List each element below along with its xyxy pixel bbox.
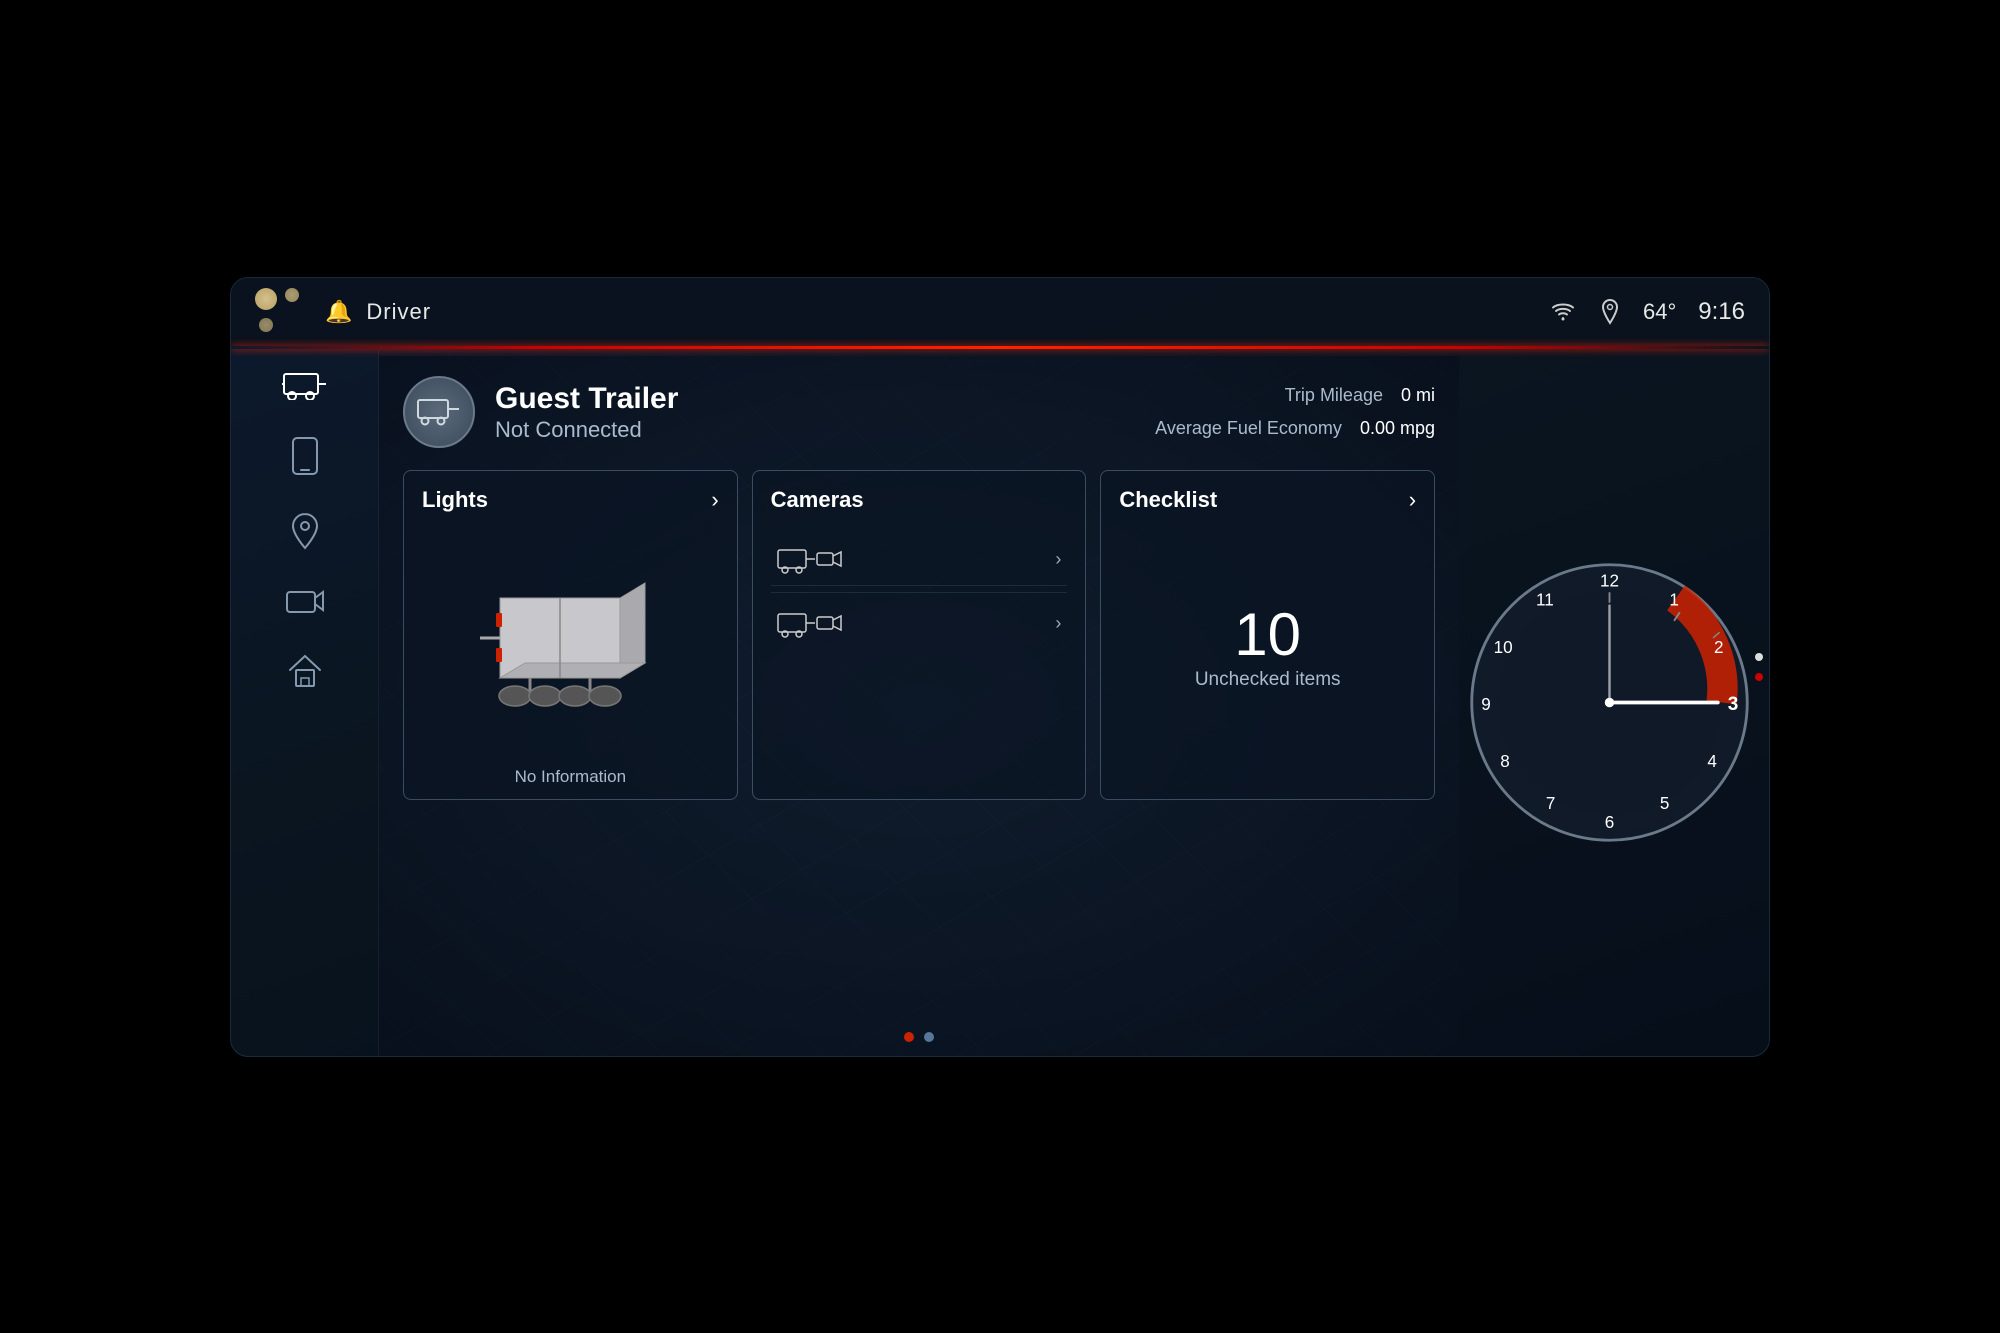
svg-text:3: 3: [1727, 694, 1738, 715]
svg-text:12: 12: [1599, 572, 1618, 591]
clock-svg: 12 1 2 3 4 5 6 7 8 9 10 11: [1467, 560, 1752, 845]
driver-label: Driver: [366, 299, 431, 325]
pagination-dot-1[interactable]: [904, 1032, 914, 1042]
trip-mileage-value: 0 mi: [1401, 379, 1435, 411]
bell-icon: 🔔: [325, 299, 352, 325]
checklist-card-body: 10 Unchecked items: [1119, 525, 1416, 771]
checklist-card[interactable]: Checklist › 10 Unchecked items: [1100, 470, 1435, 800]
cameras-card-header: Cameras: [771, 487, 1068, 513]
rear-camera-icon: [777, 609, 847, 639]
accent-line: [231, 346, 1769, 349]
header-left: 🔔 Driver: [255, 288, 431, 336]
clock: 12 1 2 3 4 5 6 7 8 9 10 11: [1467, 560, 1752, 845]
lights-card-footer: No Information: [404, 767, 737, 787]
lights-card-title: Lights: [422, 487, 488, 513]
trip-stats: Trip Mileage 0 mi Average Fuel Economy 0…: [1155, 379, 1435, 444]
sidebar: [231, 350, 379, 1056]
fuel-economy-label: Average Fuel Economy: [1155, 412, 1342, 444]
lights-card[interactable]: Lights ›: [403, 470, 738, 800]
svg-text:9: 9: [1481, 695, 1491, 714]
sidebar-item-camera[interactable]: [285, 586, 325, 624]
svg-text:6: 6: [1604, 813, 1614, 832]
svg-text:1: 1: [1669, 591, 1679, 610]
camera-row-1[interactable]: ›: [771, 535, 1068, 586]
edge-dots: [1755, 653, 1763, 681]
temperature-label: 64°: [1643, 299, 1676, 325]
logo-dot-2: [285, 288, 299, 302]
trailer-title-block: Guest Trailer Not Connected: [495, 381, 1135, 443]
sidebar-item-location[interactable]: [289, 512, 321, 558]
svg-text:5: 5: [1659, 794, 1669, 813]
time-label: 9:16: [1698, 298, 1745, 326]
trailer-status: Not Connected: [495, 417, 1135, 443]
header: 🔔 Driver 64° 9:16: [231, 278, 1769, 346]
lights-card-arrow: ›: [711, 487, 718, 513]
main-screen: 🔔 Driver 64° 9:16: [230, 277, 1770, 1057]
trailer-circle-icon: [417, 390, 461, 434]
checklist-card-title: Checklist: [1119, 487, 1217, 513]
trailer-3d-icon: [470, 578, 670, 718]
camera-row-2[interactable]: ›: [771, 599, 1068, 649]
trailer-info-row: Guest Trailer Not Connected Trip Mileage…: [403, 376, 1435, 448]
fuel-economy-value: 0.00 mpg: [1360, 412, 1435, 444]
cameras-card-body: › ›: [771, 525, 1068, 771]
edge-dot-white: [1755, 653, 1763, 661]
sidebar-item-home[interactable]: [286, 652, 324, 696]
lights-card-header: Lights ›: [422, 487, 719, 513]
svg-text:4: 4: [1707, 752, 1717, 771]
front-camera-icon: [777, 545, 847, 575]
cameras-card-title: Cameras: [771, 487, 864, 513]
pagination-dot-2[interactable]: [924, 1032, 934, 1042]
svg-text:7: 7: [1545, 794, 1555, 813]
location-icon: [1599, 299, 1621, 325]
fuel-economy-row: Average Fuel Economy 0.00 mpg: [1155, 412, 1435, 444]
svg-text:10: 10: [1493, 638, 1512, 657]
cameras-card[interactable]: Cameras: [752, 470, 1087, 800]
logo-dot-1: [255, 288, 277, 310]
camera-1-arrow: ›: [1055, 549, 1061, 570]
checklist-card-arrow: ›: [1409, 487, 1416, 513]
svg-text:2: 2: [1713, 638, 1723, 657]
camera-list: › ›: [771, 535, 1068, 649]
trailer-icon-circle: [403, 376, 475, 448]
pagination-dots: [379, 1032, 1459, 1042]
camera-2-arrow: ›: [1055, 613, 1061, 634]
logo-dot-3: [259, 318, 273, 332]
logo: [255, 288, 303, 336]
checklist-count: 10: [1234, 605, 1301, 665]
svg-text:11: 11: [1536, 591, 1554, 610]
sidebar-item-trailer[interactable]: [282, 370, 328, 408]
main-content: Guest Trailer Not Connected Trip Mileage…: [379, 356, 1459, 1056]
edge-dot-red: [1755, 673, 1763, 681]
svg-text:8: 8: [1500, 752, 1510, 771]
header-right: 64° 9:16: [1549, 298, 1745, 326]
wifi-icon: [1549, 300, 1577, 324]
cards-row: Lights ›: [403, 470, 1435, 800]
trip-mileage-label: Trip Mileage: [1285, 379, 1383, 411]
sidebar-item-phone[interactable]: [291, 436, 319, 484]
lights-card-body: [422, 525, 719, 771]
trailer-name: Guest Trailer: [495, 381, 1135, 417]
clock-panel: 12 1 2 3 4 5 6 7 8 9 10 11: [1449, 350, 1769, 1056]
checklist-card-header: Checklist ›: [1119, 487, 1416, 513]
trip-mileage-row: Trip Mileage 0 mi: [1155, 379, 1435, 411]
checklist-desc: Unchecked items: [1195, 669, 1341, 691]
